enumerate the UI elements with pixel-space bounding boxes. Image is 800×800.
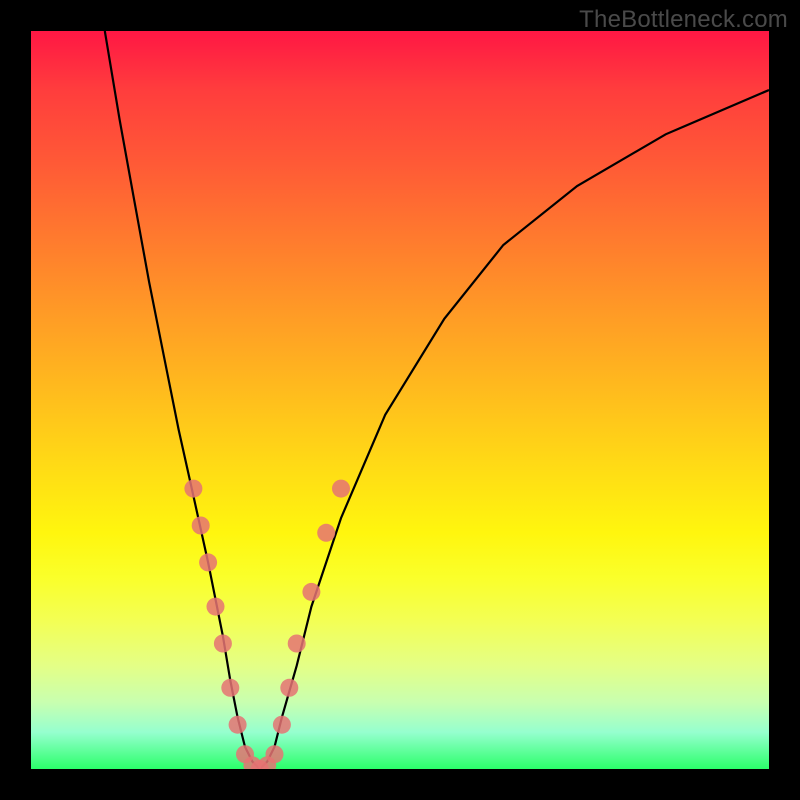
highlight-dot (266, 745, 284, 763)
highlight-dot (199, 553, 217, 571)
highlight-dot (280, 679, 298, 697)
highlight-dot (229, 716, 247, 734)
bottleneck-curve (105, 31, 769, 769)
highlight-dot (184, 480, 202, 498)
highlight-dot (317, 524, 335, 542)
highlight-dot (332, 480, 350, 498)
highlight-dot (273, 716, 291, 734)
highlight-dot (221, 679, 239, 697)
highlight-dot (288, 635, 306, 653)
chart-plot-area (31, 31, 769, 769)
highlight-dot (302, 583, 320, 601)
chart-frame: TheBottleneck.com (0, 0, 800, 800)
highlight-dot (214, 635, 232, 653)
highlight-dot (207, 598, 225, 616)
highlight-dot (192, 517, 210, 535)
watermark-text: TheBottleneck.com (579, 6, 788, 34)
chart-svg (31, 31, 769, 769)
highlight-dots (184, 480, 350, 769)
